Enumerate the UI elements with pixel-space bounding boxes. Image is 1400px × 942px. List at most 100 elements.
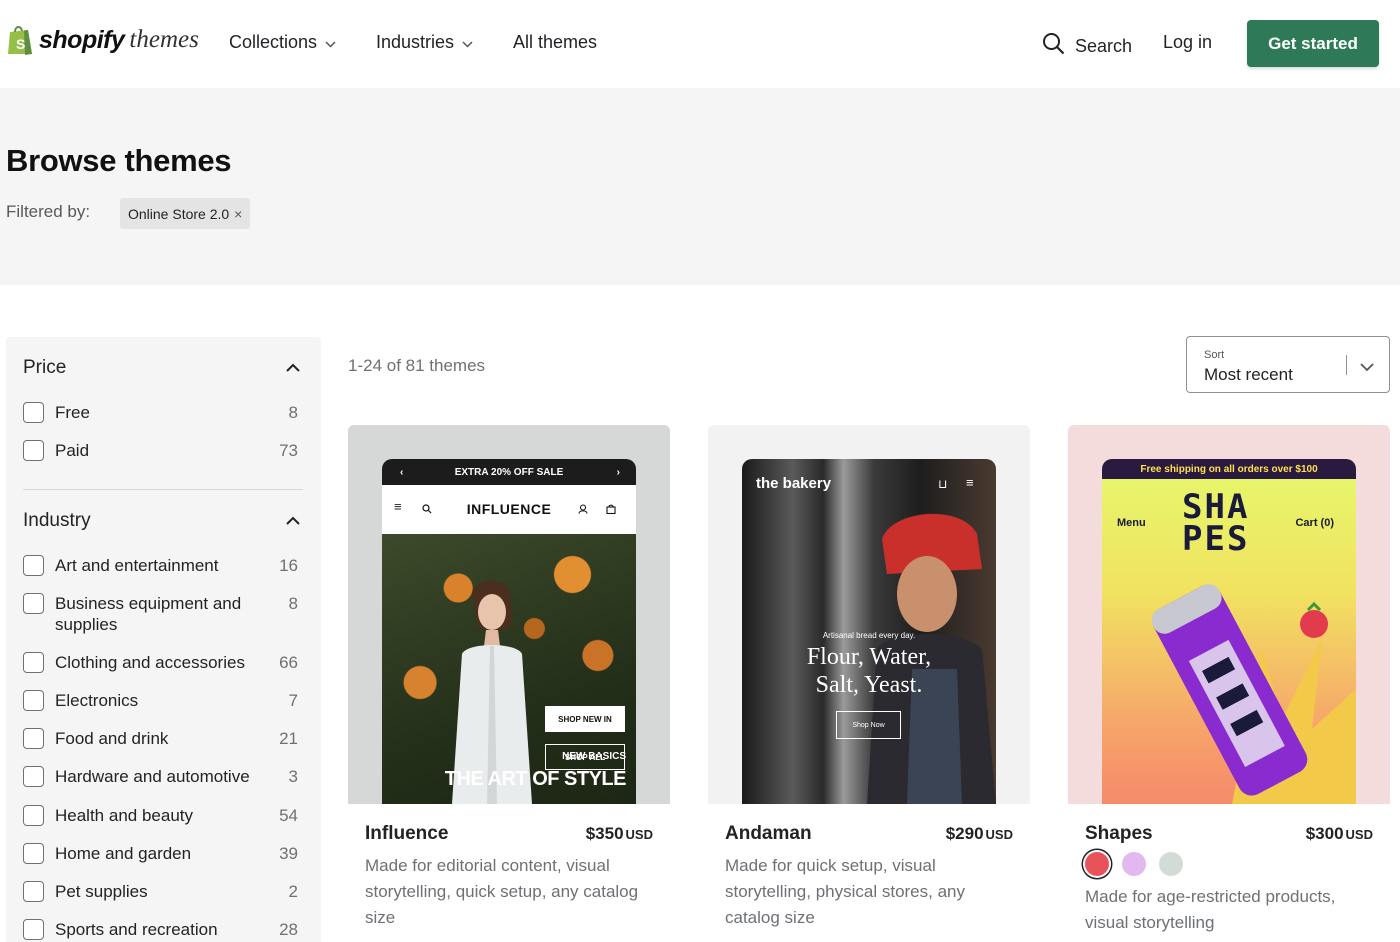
- filter-label: Food and drink: [55, 729, 169, 748]
- color-swatch-gray[interactable]: [1159, 852, 1183, 876]
- shopify-bag-icon: S: [6, 24, 34, 56]
- preview-headline-line1: Flour, Water,: [806, 644, 932, 670]
- filter-sidebar: Price Free 8 Paid 73 Industry Art and en…: [6, 337, 321, 942]
- filter-label: Paid: [55, 441, 90, 460]
- color-swatch-lilac[interactable]: [1122, 852, 1146, 876]
- filter-count: 54: [279, 806, 298, 825]
- sort-select[interactable]: Sort Most recent: [1186, 336, 1390, 393]
- theme-preview-image[interactable]: ‹ EXTRA 20% OFF SALE › ≡ INFLUENCE NEW B…: [348, 425, 670, 804]
- filter-count: 8: [288, 403, 298, 422]
- filter-label: Free: [55, 403, 90, 422]
- filter-option-pet[interactable]: Pet supplies 2: [23, 881, 298, 902]
- chevron-down-icon: [325, 32, 336, 53]
- preview-shop-now-button: Shop Now: [836, 711, 901, 739]
- theme-price: $290 USD: [946, 824, 1013, 844]
- filter-count: 8: [288, 594, 298, 613]
- filter-option-electronics[interactable]: Electronics 7: [23, 690, 298, 711]
- close-icon[interactable]: ×: [234, 206, 242, 222]
- filter-option-home[interactable]: Home and garden 39: [23, 843, 298, 864]
- checkbox[interactable]: [23, 919, 44, 940]
- filter-count: 21: [279, 729, 298, 748]
- chevron-up-icon[interactable]: [286, 359, 300, 377]
- phone-mockup: ‹ EXTRA 20% OFF SALE › ≡ INFLUENCE NEW B…: [382, 459, 636, 804]
- checkbox[interactable]: [23, 652, 44, 673]
- filter-count: 73: [279, 441, 298, 460]
- svg-text:S: S: [16, 36, 25, 52]
- checkbox[interactable]: [23, 843, 44, 864]
- price-amount: $350: [585, 824, 624, 843]
- hero-section: Browse themes Filtered by: Online Store …: [0, 88, 1400, 285]
- theme-preview-image[interactable]: the bakery ⊔ ≡ Artisanal bread every day…: [708, 425, 1030, 804]
- preview-button-shop-all: SHOP ALL: [545, 744, 625, 770]
- filter-option-food[interactable]: Food and drink 21: [23, 728, 298, 749]
- chevron-up-icon[interactable]: [286, 512, 300, 530]
- checkbox[interactable]: [23, 593, 44, 614]
- theme-card-influence[interactable]: ‹ EXTRA 20% OFF SALE › ≡ INFLUENCE NEW B…: [348, 425, 670, 942]
- theme-name[interactable]: Shapes: [1085, 823, 1153, 845]
- login-link[interactable]: Log in: [1163, 32, 1212, 53]
- preview-button-shop-new: SHOP NEW IN: [545, 706, 625, 732]
- color-swatch-red[interactable]: [1085, 852, 1109, 876]
- sort-separator: [1346, 355, 1347, 375]
- price-section-title[interactable]: Price: [23, 357, 66, 379]
- can-illustration: [1151, 584, 1328, 796]
- phone-mockup: the bakery ⊔ ≡ Artisanal bread every day…: [742, 459, 996, 804]
- get-started-button[interactable]: Get started: [1247, 20, 1379, 67]
- theme-description: Made for editorial content, visual story…: [365, 856, 639, 927]
- filter-label: Business equipment and supplies: [55, 594, 242, 634]
- checkbox[interactable]: [23, 766, 44, 787]
- filter-label: Health and beauty: [55, 806, 193, 825]
- checkbox[interactable]: [23, 555, 44, 576]
- chevron-down-icon: [1360, 359, 1374, 377]
- shopify-themes-logo[interactable]: S shopify themes: [6, 24, 199, 56]
- preview-banner-text: EXTRA 20% OFF SALE: [454, 466, 564, 478]
- filter-option-free[interactable]: Free 8: [23, 402, 298, 423]
- theme-card-shapes[interactable]: Free shipping on all orders over $100 Me…: [1068, 425, 1390, 942]
- results-count: 1-24 of 81 themes: [348, 356, 486, 375]
- checkbox[interactable]: [23, 728, 44, 749]
- checkbox[interactable]: [23, 805, 44, 826]
- logo-sub-text: themes: [129, 26, 199, 53]
- phone-mockup: Free shipping on all orders over $100 Me…: [1102, 459, 1356, 804]
- preview-hero: Menu SHA PES Cart (0): [1102, 479, 1356, 804]
- checkbox[interactable]: [23, 690, 44, 711]
- sort-label: Sort: [1204, 349, 1225, 361]
- chevron-left-icon: ‹: [400, 466, 404, 478]
- page-title: Browse themes: [6, 143, 232, 178]
- filter-option-paid[interactable]: Paid 73: [23, 440, 298, 461]
- filter-option-health[interactable]: Health and beauty 54: [23, 805, 298, 826]
- filter-option-hardware[interactable]: Hardware and automotive 3: [23, 766, 298, 787]
- site-header: S shopify themes Collections Industries …: [0, 0, 1400, 88]
- preview-menu: Menu: [1117, 517, 1146, 529]
- industry-section-title[interactable]: Industry: [23, 510, 91, 532]
- nav-all-themes[interactable]: All themes: [513, 32, 597, 53]
- theme-preview-image[interactable]: Free shipping on all orders over $100 Me…: [1068, 425, 1390, 804]
- nav-industries[interactable]: Industries: [376, 32, 473, 53]
- filter-count: 7: [288, 691, 298, 710]
- filter-label: Pet supplies: [55, 882, 148, 901]
- account-icon: [578, 501, 588, 519]
- filter-option-business[interactable]: Business equipment and supplies 8: [23, 593, 298, 635]
- filter-chip-online-store[interactable]: Online Store 2.0 ×: [120, 198, 251, 229]
- filter-option-clothing[interactable]: Clothing and accessories 66: [23, 652, 298, 673]
- checkbox[interactable]: [23, 881, 44, 902]
- filter-label: Art and entertainment: [55, 556, 219, 575]
- theme-description: Made for age-restricted products, visual…: [1085, 887, 1336, 932]
- price-amount: $290: [945, 824, 984, 843]
- logo-main-text: shopify: [39, 25, 125, 54]
- preview-brand-line2: PES: [1182, 519, 1250, 559]
- filter-option-art[interactable]: Art and entertainment 16: [23, 555, 298, 576]
- theme-name[interactable]: Andaman: [725, 823, 812, 845]
- filter-label: Hardware and automotive: [55, 767, 250, 786]
- filter-count: 2: [288, 882, 298, 901]
- filter-count: 16: [279, 556, 298, 575]
- search-button[interactable]: Search: [1042, 32, 1132, 60]
- filter-option-sports[interactable]: Sports and recreation 28: [23, 919, 298, 940]
- checkbox[interactable]: [23, 440, 44, 461]
- preview-tagline: Artisanal bread every day.: [822, 631, 916, 640]
- nav-collections[interactable]: Collections: [229, 32, 336, 53]
- checkbox[interactable]: [23, 402, 44, 423]
- filter-count: 28: [279, 920, 298, 939]
- theme-card-andaman[interactable]: the bakery ⊔ ≡ Artisanal bread every day…: [708, 425, 1030, 942]
- theme-name[interactable]: Influence: [365, 823, 448, 845]
